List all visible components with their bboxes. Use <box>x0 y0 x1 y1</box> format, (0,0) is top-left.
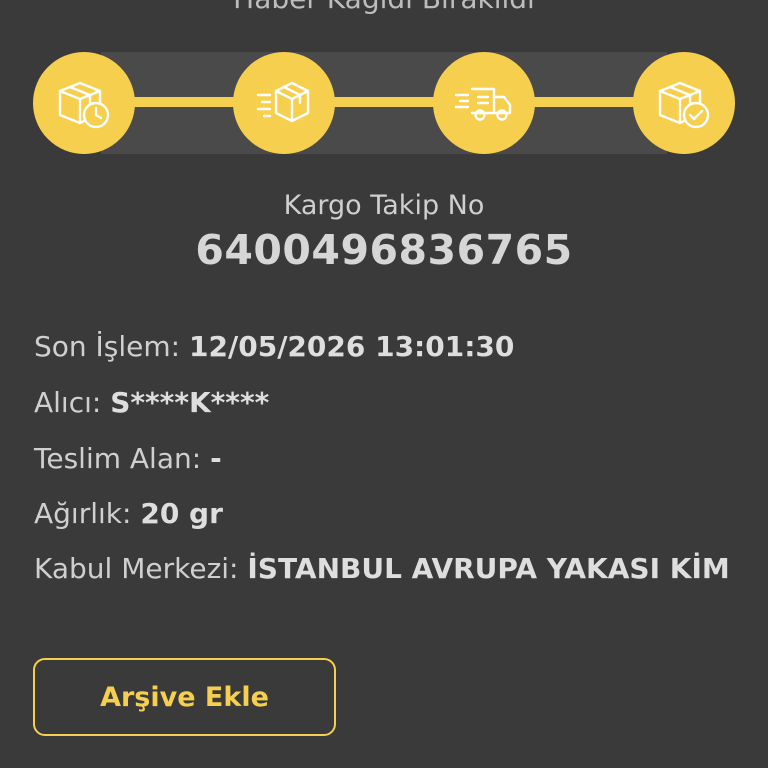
acceptance-center-value: İSTANBUL AVRUPA YAKASI KİM <box>247 552 730 585</box>
delivered-to-label: Teslim Alan: <box>34 442 202 475</box>
weight-label: Ağırlık: <box>34 497 132 530</box>
recipient-label: Alıcı: <box>34 386 102 419</box>
acceptance-center-row: Kabul Merkezi: İSTANBUL AVRUPA YAKASI Kİ… <box>34 550 734 588</box>
recipient-value: S****K**** <box>110 386 270 419</box>
package-clock-icon <box>58 81 110 129</box>
acceptance-center-label: Kabul Merkezi: <box>34 552 239 585</box>
delivered-to-row: Teslim Alan: - <box>34 440 734 478</box>
package-check-icon <box>658 81 710 129</box>
status-title: Haber Kağıdı Bırakıldı <box>0 0 768 15</box>
tracking-number: 6400496836765 <box>195 226 573 274</box>
progress-line <box>101 97 667 107</box>
delivery-truck-icon <box>454 87 512 121</box>
step-processing <box>233 52 335 154</box>
step-in-transit <box>433 52 535 154</box>
step-accepted <box>33 52 135 154</box>
recipient-row: Alıcı: S****K**** <box>34 384 734 422</box>
add-to-archive-button[interactable]: Arşive Ekle <box>33 658 336 736</box>
last-action-value: 12/05/2026 13:01:30 <box>189 330 515 363</box>
package-moving-icon <box>256 81 310 123</box>
shipment-detail-page: Haber Kağıdı Bırakıldı <box>0 0 768 768</box>
last-action-label: Son İşlem: <box>34 330 181 363</box>
step-delivered <box>633 52 735 154</box>
shipment-progress <box>33 52 735 154</box>
delivered-to-value: - <box>210 442 222 475</box>
weight-value: 20 gr <box>140 497 223 530</box>
tracking-number-label: Kargo Takip No <box>283 190 485 221</box>
weight-row: Ağırlık: 20 gr <box>34 495 734 533</box>
last-action-row: Son İşlem: 12/05/2026 13:01:30 <box>34 328 734 366</box>
